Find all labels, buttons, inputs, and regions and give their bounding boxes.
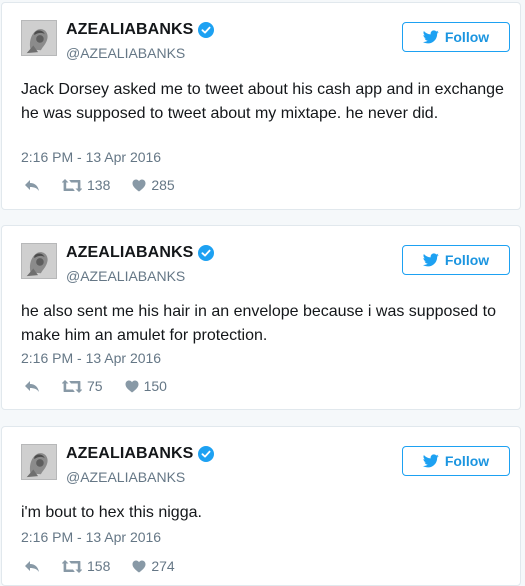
- twitter-bird-icon: [422, 454, 439, 468]
- retweet-count: 138: [87, 177, 111, 193]
- follow-button[interactable]: Follow: [402, 22, 510, 52]
- tweet-text: he also sent me his hair in an envelope …: [21, 303, 496, 344]
- tweet-card: AZEALIABANKS @AZEALIABANKS Follow Jack D…: [1, 2, 521, 210]
- tweet-text: i'm bout to hex this nigga.: [21, 504, 202, 521]
- avatar[interactable]: [21, 243, 57, 279]
- heart-icon: [132, 560, 146, 572]
- reply-button[interactable]: [24, 179, 42, 192]
- tweet-text: Jack Dorsey asked me to tweet about his …: [21, 81, 504, 122]
- user-handle[interactable]: @AZEALIABANKS: [66, 268, 185, 284]
- tweet-card: AZEALIABANKS @AZEALIABANKS Follow i'm bo…: [1, 426, 521, 586]
- tweet-card: AZEALIABANKS @AZEALIABANKS Follow he als…: [1, 225, 521, 410]
- retweet-button[interactable]: 75: [62, 378, 103, 394]
- follow-button[interactable]: Follow: [402, 245, 510, 275]
- like-count: 285: [151, 177, 175, 193]
- like-count: 150: [143, 378, 167, 394]
- follow-label: Follow: [444, 252, 490, 268]
- like-count: 274: [151, 558, 175, 574]
- reply-button[interactable]: [24, 560, 42, 573]
- tweet-timestamp[interactable]: 2:16 PM - 13 Apr 2016: [21, 149, 161, 165]
- avatar-image: [22, 445, 56, 479]
- user-handle[interactable]: @AZEALIABANKS: [66, 469, 185, 485]
- verified-icon: [198, 446, 215, 462]
- avatar[interactable]: [21, 20, 57, 56]
- avatar-image: [22, 244, 56, 278]
- retweet-count: 158: [87, 558, 111, 574]
- retweet-icon: [62, 379, 82, 393]
- tweet-timestamp[interactable]: 2:16 PM - 13 Apr 2016: [21, 529, 161, 545]
- heart-icon: [125, 380, 139, 392]
- verified-icon: [198, 245, 215, 261]
- display-name[interactable]: AZEALIABANKS: [66, 21, 193, 39]
- display-name[interactable]: AZEALIABANKS: [66, 244, 193, 262]
- follow-label: Follow: [444, 453, 490, 469]
- verified-icon: [198, 22, 215, 38]
- reply-button[interactable]: [24, 380, 42, 393]
- follow-label: Follow: [444, 29, 490, 45]
- display-name[interactable]: AZEALIABANKS: [66, 445, 193, 463]
- avatar[interactable]: [21, 444, 57, 480]
- retweet-count: 75: [87, 378, 103, 394]
- reply-icon: [25, 380, 39, 392]
- retweet-icon: [62, 178, 82, 192]
- like-button[interactable]: 285: [132, 177, 175, 193]
- twitter-bird-icon: [422, 30, 439, 44]
- like-button[interactable]: 150: [125, 378, 167, 394]
- retweet-button[interactable]: 138: [62, 177, 110, 193]
- retweet-button[interactable]: 158: [62, 558, 110, 574]
- retweet-icon: [62, 559, 82, 573]
- follow-button[interactable]: Follow: [402, 446, 510, 476]
- reply-icon: [25, 179, 39, 191]
- avatar-image: [22, 21, 56, 55]
- reply-icon: [25, 560, 39, 572]
- user-handle[interactable]: @AZEALIABANKS: [66, 45, 185, 61]
- heart-icon: [132, 179, 146, 191]
- twitter-bird-icon: [422, 253, 439, 267]
- tweet-timestamp[interactable]: 2:16 PM - 13 Apr 2016: [21, 350, 161, 366]
- like-button[interactable]: 274: [132, 558, 175, 574]
